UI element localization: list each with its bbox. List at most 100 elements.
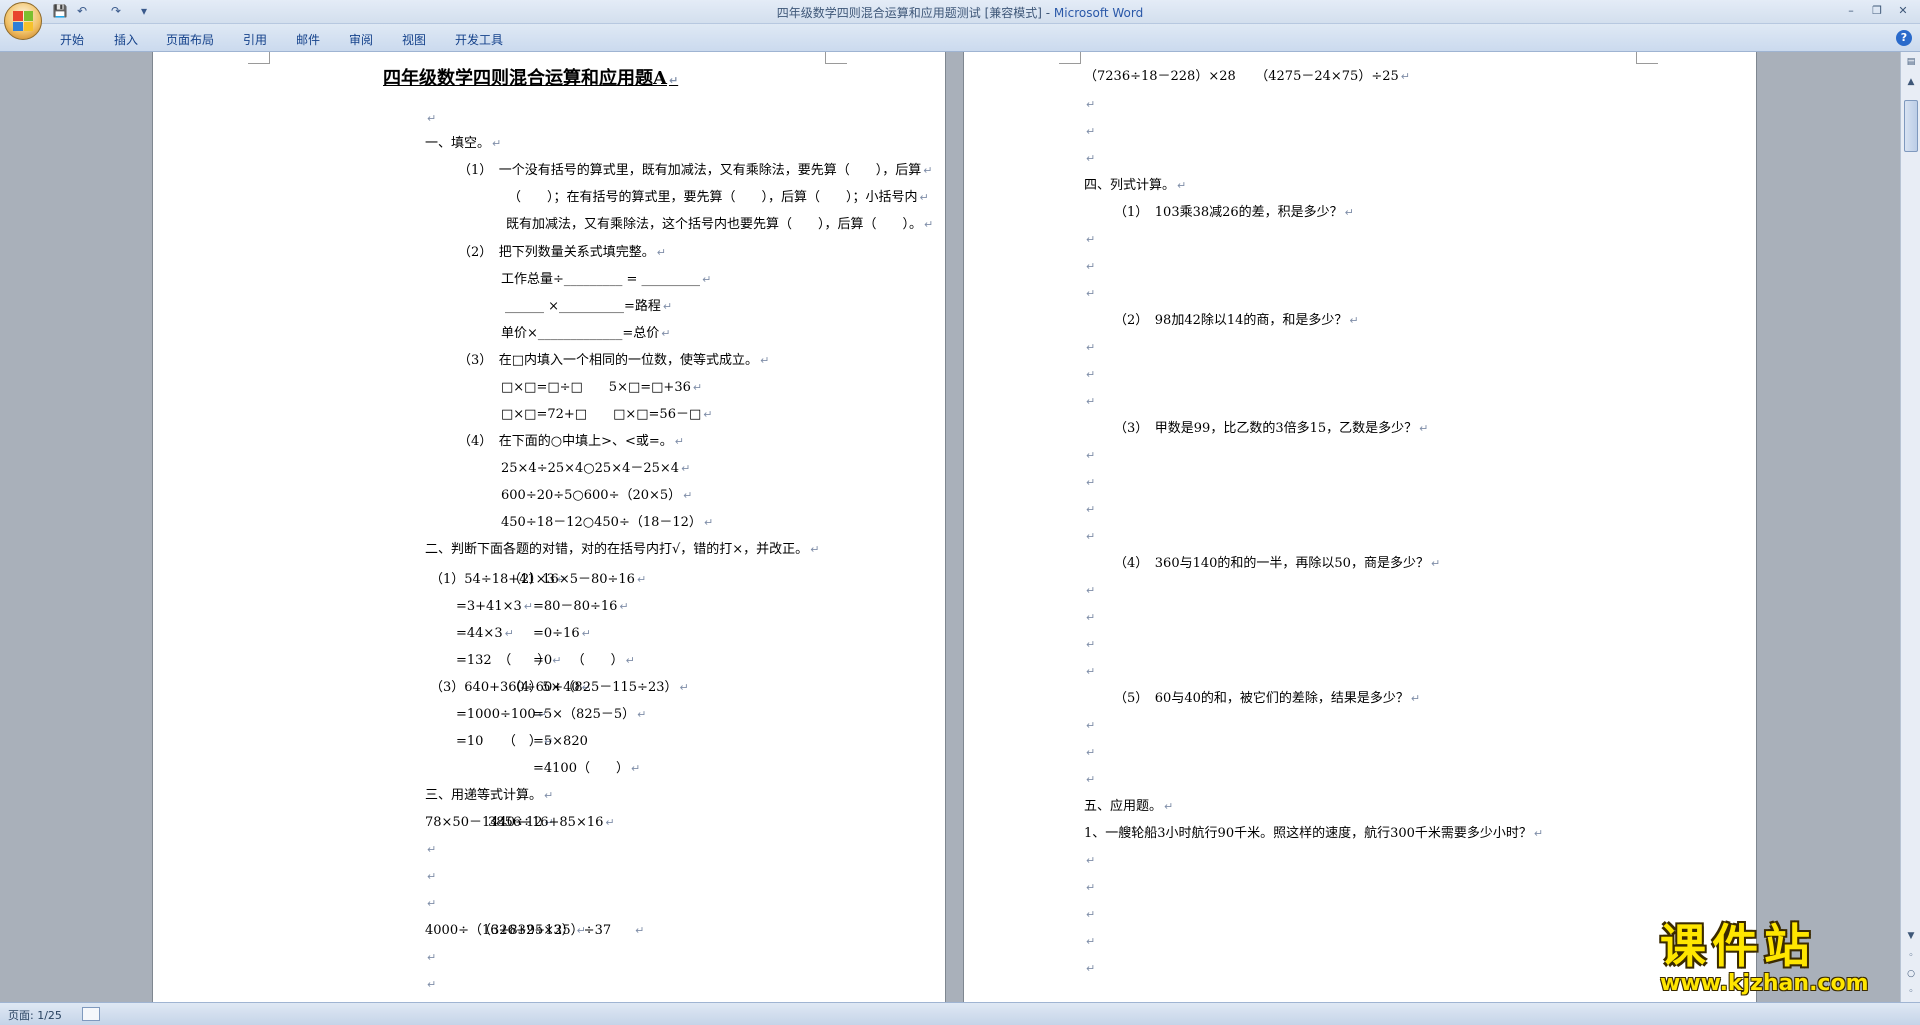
document-line: ↵ xyxy=(1084,906,1095,924)
ribbon-tabs: 开始 插入 页面布局 引用 邮件 审阅 视图 开发工具 ? xyxy=(0,24,1920,52)
document-line: （4） 360与140的和的一半，再除以50，商是多少？ ↵ xyxy=(1114,556,1441,571)
document-line: （1） 103乘38减26的差，积是多少？ ↵ xyxy=(1114,205,1354,220)
paragraph-mark: ↵ xyxy=(1086,287,1096,300)
document-line: ↵ xyxy=(1084,582,1095,600)
paragraph-mark: ↵ xyxy=(692,381,703,394)
help-icon[interactable]: ? xyxy=(1896,30,1912,46)
tab-review[interactable]: 审阅 xyxy=(349,31,373,48)
document-line: （2） 把下列数量关系式填完整。 ↵ xyxy=(458,245,666,260)
document-line: 单价×_____________=总价 ↵ xyxy=(501,326,671,341)
tab-view[interactable]: 视图 xyxy=(402,31,426,48)
paragraph-mark: ↵ xyxy=(427,870,437,883)
paragraph-mark: ↵ xyxy=(1177,179,1187,192)
crop-mark xyxy=(1059,52,1081,64)
document-line: （1） 一个没有括号的算式里，既有加减法，又有乘除法，要先算（ ），后算 ↵ xyxy=(458,163,933,178)
paragraph-mark: ↵ xyxy=(661,327,671,340)
tab-insert[interactable]: 插入 xyxy=(114,31,138,48)
question-line: =4100（ ） ↵ xyxy=(533,761,641,776)
paragraph-mark: ↵ xyxy=(1410,692,1421,705)
document-line: ↵ xyxy=(425,841,436,859)
document-page-2[interactable]: （7236÷18－228）×28 （4275－24×75）÷25 ↵ ↵ ↵ ↵ 四、列式… xyxy=(963,52,1757,1002)
scroll-thumb[interactable] xyxy=(1904,100,1918,152)
document-line: 1、一艘轮船3小时航行90千米。照这样的速度，航行300千米需要多少小时？ ↵ xyxy=(1084,826,1544,841)
paragraph-mark: ↵ xyxy=(1086,935,1096,948)
paragraph-mark: ↵ xyxy=(427,897,437,910)
document-line: ↵ xyxy=(1084,960,1095,978)
document-line: =44×3 ↵ xyxy=(456,626,514,641)
tab-developer[interactable]: 开发工具 xyxy=(455,31,503,48)
document-line: （3） 甲数是99，比乙数的3倍多15，乙数是多少？ ↵ xyxy=(1114,421,1429,436)
tab-references[interactable]: 引用 xyxy=(243,31,267,48)
paragraph-mark: ↵ xyxy=(683,489,693,502)
document-page-1[interactable]: 四年级数学四则混合运算和应用题A ↵ ↵ 一、填空。 ↵ （1） 一个没有括号的算式里，… xyxy=(152,52,946,1002)
select-browse-object-icon[interactable]: ○ xyxy=(1903,966,1919,982)
page-count-status[interactable]: 页面: 1/25 xyxy=(8,1007,62,1023)
tab-page-layout[interactable]: 页面布局 xyxy=(166,31,214,48)
question-line: =0 （ ） ↵ xyxy=(533,653,635,668)
document-name: 四年级数学四则混合运算和应用题测试 [兼容模式] - xyxy=(776,6,1054,20)
paragraph-mark: ↵ xyxy=(1086,530,1096,543)
tab-mailings[interactable]: 邮件 xyxy=(296,31,320,48)
document-line: （5） 60与40的和，被它们的差除，结果是多少？ ↵ xyxy=(1114,691,1421,706)
question-line: =5×（825－5） ↵ xyxy=(533,707,647,722)
previous-page-button[interactable]: ◦ xyxy=(1903,948,1919,964)
paragraph-mark: ↵ xyxy=(1430,557,1441,570)
proofing-icon[interactable] xyxy=(82,1007,100,1021)
document-line: 二、判断下面各题的对错，对的在括号内打√，错的打×，并改正。 ↵ xyxy=(425,542,820,557)
document-line: ↵ xyxy=(1084,879,1095,897)
document-line: 工作总量÷_________ = _________ ↵ xyxy=(501,272,712,287)
scroll-up-button[interactable]: ▲ xyxy=(1903,74,1919,90)
paragraph-mark: ↵ xyxy=(427,112,437,125)
document-title: 四年级数学四则混合运算和应用题A ↵ xyxy=(383,68,679,89)
document-line: ↵ xyxy=(1084,744,1095,762)
next-page-button[interactable]: ◦ xyxy=(1903,984,1919,1000)
document-line: ↵ xyxy=(1084,501,1095,519)
paragraph-mark: ↵ xyxy=(1086,611,1096,624)
scroll-down-button[interactable]: ▼ xyxy=(1903,928,1919,944)
document-area: 四年级数学四则混合运算和应用题A ↵ ↵ 一、填空。 ↵ （1） 一个没有括号的算式里，… xyxy=(0,52,1900,1002)
document-line: ↵ xyxy=(1084,150,1095,168)
document-line: ↵ xyxy=(1084,231,1095,249)
app-name: Microsoft Word xyxy=(1053,6,1144,20)
document-line: ↵ xyxy=(1084,609,1095,627)
document-line: ↵ xyxy=(425,868,436,886)
document-line: ↵ xyxy=(1084,339,1095,357)
ruler-toggle-icon[interactable]: ▤ xyxy=(1903,54,1919,70)
document-line: ↵ xyxy=(1084,528,1095,546)
document-line: 25×4÷25×4○25×4－25×4 ↵ xyxy=(501,461,691,476)
document-line: 既有加减法，又有乘除法，这个括号内也要先算（ ），后算（ ）。 ↵ xyxy=(506,217,934,232)
paragraph-mark: ↵ xyxy=(492,137,502,150)
document-line: 600÷20÷5○600÷（20×5） ↵ xyxy=(501,488,693,503)
document-line: ______ ×__________=路程 ↵ xyxy=(505,299,673,314)
minimize-button[interactable]: – xyxy=(1840,2,1862,20)
paragraph-mark: ↵ xyxy=(1086,152,1096,165)
question-line: =0÷16 ↵ xyxy=(533,626,591,641)
document-line: ↵ xyxy=(1084,852,1095,870)
paragraph-mark: ↵ xyxy=(1086,233,1096,246)
question-line: =5×820 xyxy=(533,734,588,749)
watermark-logo: 课件站 www.kjzhan.com xyxy=(1660,920,1900,1000)
vertical-scrollbar[interactable]: ▤ ▲ ▼ ◦ ○ ◦ xyxy=(1900,52,1920,1002)
crop-mark xyxy=(1636,52,1658,64)
paragraph-mark: ↵ xyxy=(810,543,820,556)
tab-home[interactable]: 开始 xyxy=(60,31,84,48)
paragraph-mark: ↵ xyxy=(1086,854,1096,867)
crop-mark xyxy=(248,52,270,64)
office-button[interactable] xyxy=(4,2,42,40)
document-line: ↵ xyxy=(1084,933,1095,951)
document-line: ↵ xyxy=(1084,123,1095,141)
watermark-url: www.kjzhan.com xyxy=(1660,971,1869,996)
paragraph-mark: ↵ xyxy=(1086,449,1096,462)
window-title: 四年级数学四则混合运算和应用题测试 [兼容模式] - Microsoft Wor… xyxy=(0,4,1920,21)
close-button[interactable]: ✕ xyxy=(1892,2,1914,20)
restore-button[interactable]: ❐ xyxy=(1866,2,1888,20)
document-line: =3+41×3 ↵ xyxy=(456,599,533,614)
document-line: 一、填空。 ↵ xyxy=(425,136,502,151)
paragraph-mark: ↵ xyxy=(923,164,933,177)
document-line: ↵ xyxy=(1084,447,1095,465)
document-line: ↵ xyxy=(1084,771,1095,789)
document-line: （4） 在下面的○中填上>、<或=。 ↵ xyxy=(458,434,685,449)
paragraph-mark: ↵ xyxy=(1086,908,1096,921)
document-line: ↵ xyxy=(1084,96,1095,114)
document-line: □×□=72+□ □×□=56－□ ↵ xyxy=(501,407,713,422)
